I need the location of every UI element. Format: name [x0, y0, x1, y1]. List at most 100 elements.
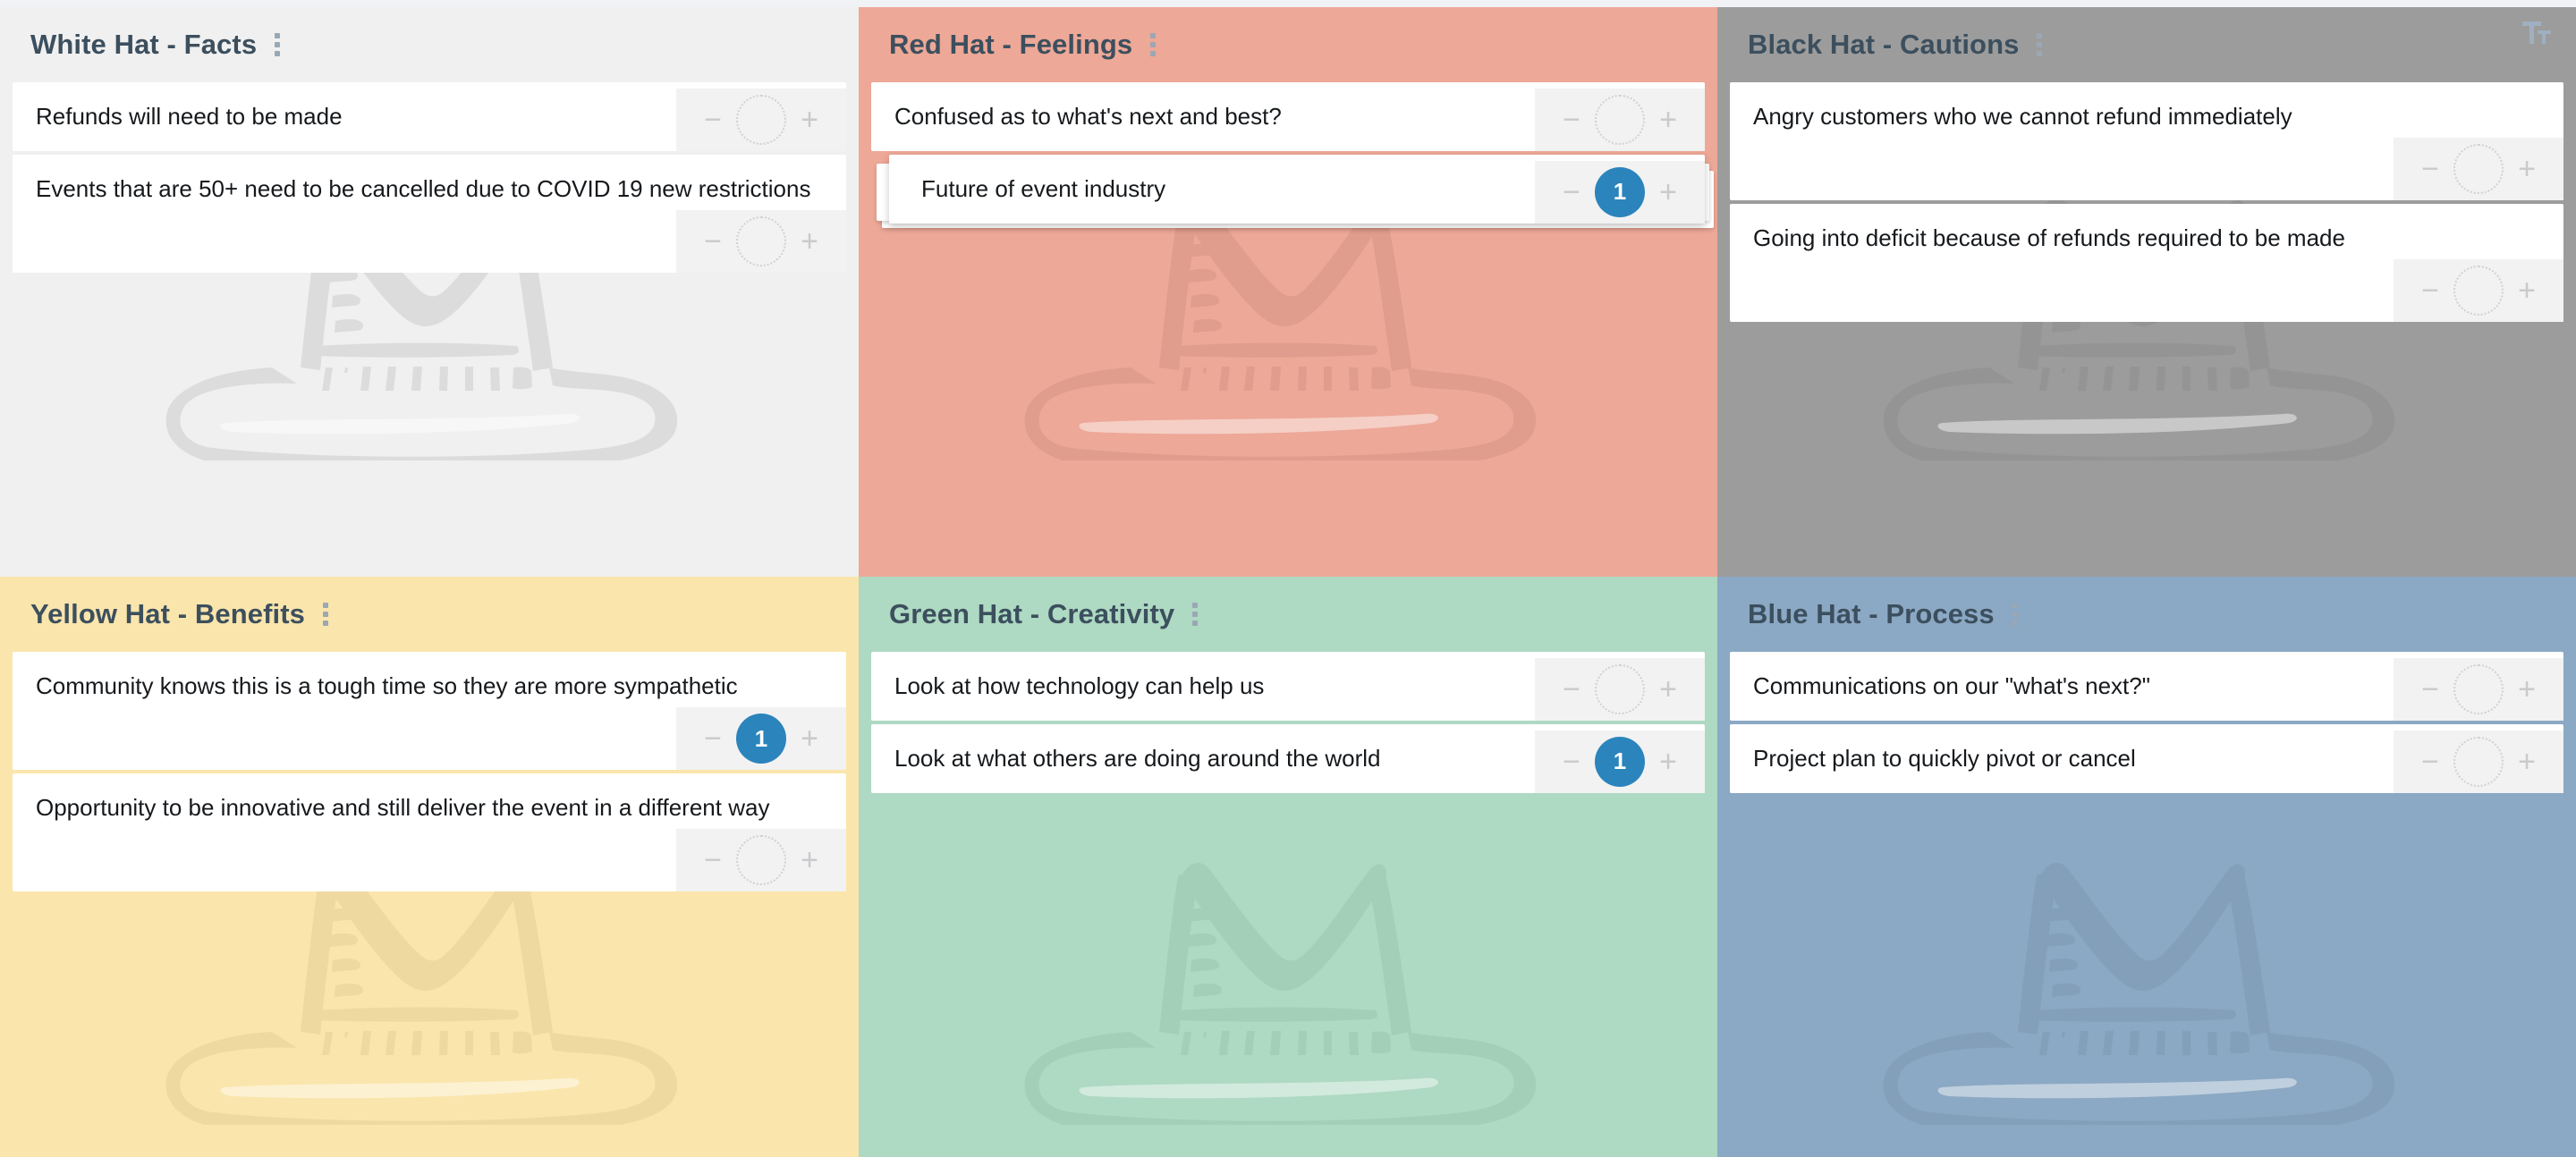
- vote-increment-button[interactable]: +: [790, 840, 829, 880]
- idea-card[interactable]: Confused as to what's next and best? − +: [871, 82, 1705, 151]
- vote-control: − 1 +: [676, 707, 846, 770]
- idea-card[interactable]: Look at how technology can help us − +: [871, 652, 1705, 721]
- idea-card-text: Community knows this is a tough time so …: [36, 672, 738, 699]
- vote-increment-button[interactable]: +: [1648, 742, 1688, 781]
- vote-control: − +: [676, 829, 846, 891]
- vote-control: − 1 +: [1535, 160, 1705, 224]
- vote-decrement-button[interactable]: −: [2411, 670, 2450, 709]
- vote-count-badge[interactable]: [2453, 144, 2504, 194]
- vote-increment-button[interactable]: +: [2507, 149, 2546, 189]
- vote-decrement-button[interactable]: −: [693, 840, 733, 880]
- kebab-dot: [1150, 42, 1157, 47]
- vote-increment-button[interactable]: +: [790, 100, 829, 139]
- idea-card[interactable]: Community knows this is a tough time so …: [13, 652, 846, 770]
- vote-count-badge[interactable]: [1595, 94, 1645, 145]
- idea-card[interactable]: Opportunity to be innovative and still d…: [13, 773, 846, 891]
- vote-control: − +: [2394, 138, 2563, 200]
- kebab-dot: [275, 33, 281, 38]
- idea-card[interactable]: Events that are 50+ need to be cancelled…: [13, 154, 846, 273]
- retrospective-board: White Hat - Facts Refunds will need to b…: [0, 0, 2576, 1157]
- vote-decrement-button[interactable]: −: [1552, 670, 1591, 709]
- idea-card[interactable]: Going into deficit because of refunds re…: [1730, 204, 2563, 322]
- vote-increment-button[interactable]: +: [790, 719, 829, 758]
- column-header: Red Hat - Feelings: [859, 7, 1717, 82]
- idea-card[interactable]: Communications on our "what's next?" − +: [1730, 652, 2563, 721]
- dragging-card-wrapper[interactable]: Future of event industry − 1 +: [871, 154, 1714, 228]
- vote-increment-button[interactable]: +: [790, 222, 829, 261]
- vote-decrement-button[interactable]: −: [1552, 742, 1591, 781]
- column-title: Green Hat - Creativity: [889, 598, 1175, 629]
- vote-decrement-button[interactable]: −: [1552, 100, 1591, 139]
- vote-increment-button[interactable]: +: [1648, 670, 1688, 709]
- vote-decrement-button[interactable]: −: [2411, 149, 2450, 189]
- vote-count-badge[interactable]: [2453, 266, 2504, 316]
- column-menu-button[interactable]: [2031, 30, 2047, 60]
- kebab-dot: [1150, 51, 1157, 56]
- vote-increment-button[interactable]: +: [2507, 670, 2546, 709]
- vote-count-badge[interactable]: [736, 94, 786, 145]
- vote-control: − +: [676, 88, 846, 151]
- vote-count-badge[interactable]: 1: [1595, 166, 1645, 217]
- vote-count-badge[interactable]: [2453, 736, 2504, 787]
- card-list: Confused as to what's next and best? − +…: [871, 82, 1714, 250]
- vote-increment-button[interactable]: +: [2507, 742, 2546, 781]
- column-title: Yellow Hat - Benefits: [30, 598, 305, 629]
- hat-column-blue-hat: Blue Hat - Process Communications on our…: [1717, 577, 2576, 1157]
- vote-count-badge[interactable]: [2453, 663, 2504, 714]
- idea-card[interactable]: Refunds will need to be made − +: [13, 82, 846, 151]
- idea-card[interactable]: Project plan to quickly pivot or cancel …: [1730, 723, 2563, 793]
- hat-column-red-hat: Red Hat - Feelings Confused as to what's…: [859, 7, 1717, 577]
- idea-card-text: Confused as to what's next and best?: [894, 103, 1282, 130]
- kebab-dot: [1150, 33, 1157, 38]
- card-list: Refunds will need to be made − + Events …: [13, 82, 846, 300]
- vote-increment-button[interactable]: +: [2507, 271, 2546, 310]
- vote-count-badge[interactable]: [736, 215, 786, 266]
- vote-decrement-button[interactable]: −: [693, 100, 733, 139]
- hat-column-yellow-hat: Yellow Hat - Benefits Community knows th…: [0, 577, 859, 1157]
- idea-card-text: Project plan to quickly pivot or cancel: [1753, 744, 2136, 772]
- vote-decrement-button[interactable]: −: [693, 222, 733, 261]
- kebab-dot: [2012, 603, 2018, 608]
- kebab-dot: [2037, 51, 2043, 56]
- vote-control: − +: [1535, 657, 1705, 721]
- column-menu-button[interactable]: [1145, 30, 1161, 60]
- idea-card-text: Opportunity to be innovative and still d…: [36, 794, 770, 821]
- vote-count-badge[interactable]: [736, 835, 786, 885]
- column-header: Green Hat - Creativity: [859, 577, 1717, 652]
- idea-card-text: Look at what others are doing around the…: [894, 744, 1381, 772]
- vote-control: − 1 +: [1535, 730, 1705, 793]
- vote-count-badge[interactable]: 1: [1595, 736, 1645, 787]
- vote-count-badge[interactable]: 1: [736, 714, 786, 764]
- kebab-dot: [2037, 42, 2043, 47]
- vote-decrement-button[interactable]: −: [2411, 271, 2450, 310]
- kebab-dot: [275, 51, 281, 56]
- column-menu-button[interactable]: [318, 599, 334, 629]
- column-menu-button[interactable]: [269, 30, 285, 60]
- idea-card-text: Angry customers who we cannot refund imm…: [1753, 103, 2292, 130]
- hat-column-black-hat: Black Hat - Cautions Angry customers who…: [1717, 7, 2576, 577]
- vote-decrement-button[interactable]: −: [693, 719, 733, 758]
- column-menu-button[interactable]: [1187, 599, 1203, 629]
- vote-increment-button[interactable]: +: [1648, 173, 1688, 212]
- kebab-dot: [275, 42, 281, 47]
- top-hat-watermark-icon: [1024, 863, 1537, 1125]
- idea-card[interactable]: Angry customers who we cannot refund imm…: [1730, 82, 2563, 200]
- kebab-dot: [1192, 612, 1199, 617]
- vote-count-badge[interactable]: [1595, 663, 1645, 714]
- idea-card-text: Communications on our "what's next?": [1753, 672, 2150, 699]
- vote-decrement-button[interactable]: −: [1552, 173, 1591, 212]
- vote-decrement-button[interactable]: −: [2411, 742, 2450, 781]
- vote-increment-button[interactable]: +: [1648, 100, 1688, 139]
- vote-control: − +: [2394, 730, 2563, 793]
- text-size-icon[interactable]: [2522, 20, 2553, 46]
- kebab-dot: [2012, 612, 2018, 617]
- idea-card[interactable]: Look at what others are doing around the…: [871, 723, 1705, 793]
- column-menu-button[interactable]: [2007, 599, 2023, 629]
- idea-card[interactable]: Future of event industry − 1 +: [889, 154, 1705, 224]
- column-title: White Hat - Facts: [30, 29, 258, 60]
- kebab-dot: [1192, 603, 1199, 608]
